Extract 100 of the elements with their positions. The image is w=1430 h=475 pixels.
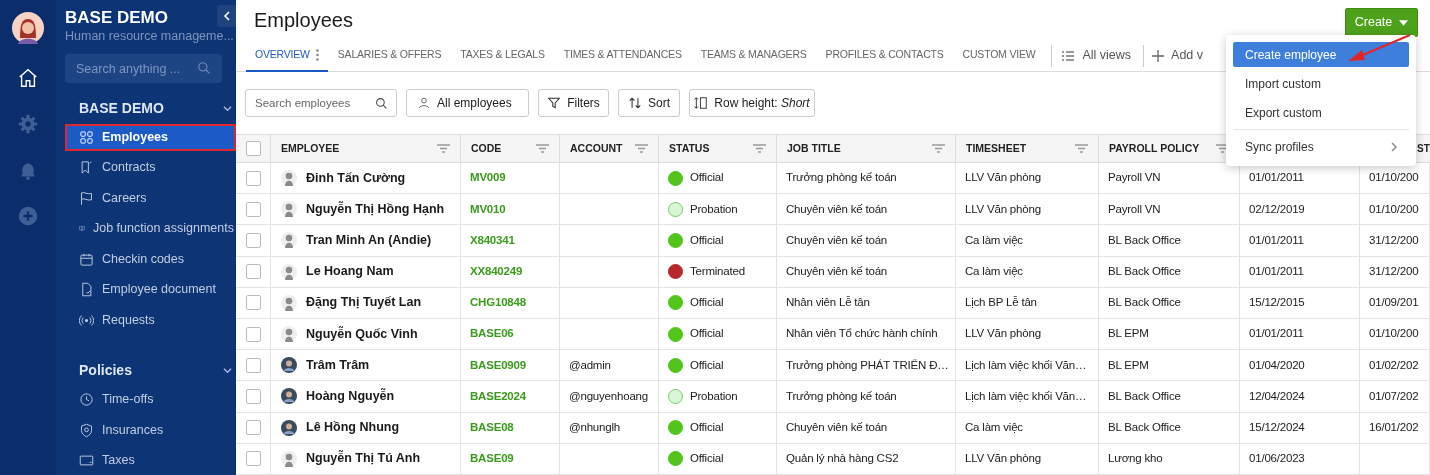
column-header: ST	[1417, 142, 1430, 156]
table-cell-text: 01/07/202	[1369, 388, 1419, 404]
status-text: Official	[690, 295, 724, 311]
status-text: Probation	[690, 388, 738, 404]
employee-code[interactable]: MV010	[470, 200, 506, 218]
settings-icon[interactable]	[17, 113, 39, 135]
search-icon	[375, 97, 388, 110]
avatar	[281, 232, 297, 249]
menu-item[interactable]: Create employee	[1233, 42, 1409, 67]
collapse-button[interactable]	[217, 5, 236, 27]
sidebar-item[interactable]: Careers	[65, 184, 236, 212]
app-subtitle: Human resource manageme...	[65, 28, 235, 44]
employee-code[interactable]: BASE2024	[470, 387, 526, 406]
table-cell-text: Trưởng phòng kế toán	[786, 388, 897, 404]
employee-name[interactable]: Hoàng Nguyễn	[306, 387, 395, 406]
sidebar-item[interactable]: Employees	[65, 123, 236, 151]
sidebar-item[interactable]: Insurances	[65, 416, 236, 444]
employee-code[interactable]: BASE09	[470, 450, 514, 468]
employee-name[interactable]: Trâm Trâm	[306, 355, 370, 375]
employee-name[interactable]: Le Hoang Nam	[306, 262, 394, 282]
checkbox[interactable]	[245, 326, 261, 342]
table-cell-text: 16/01/202	[1369, 419, 1419, 435]
tab[interactable]: TEAMS & MANAGERS	[691, 39, 816, 72]
checkbox[interactable]	[245, 141, 261, 156]
checkbox[interactable]	[245, 451, 261, 467]
table-cell-text: Ca làm việc	[965, 232, 1023, 248]
employee-code[interactable]: MV009	[470, 169, 506, 187]
tab[interactable]: PROFILES & CONTACTS	[816, 39, 953, 72]
checkbox[interactable]	[245, 295, 261, 311]
checkbox[interactable]	[245, 170, 261, 186]
table-cell-text: BL Back Office	[1108, 419, 1181, 435]
employee-code[interactable]: CHG10848	[470, 294, 526, 312]
employee-name[interactable]: Nguyễn Quốc Vinh	[306, 324, 418, 344]
table-cell-text: 01/04/2020	[1249, 357, 1305, 373]
home-icon[interactable]	[17, 67, 39, 89]
column-header: STATUS	[669, 140, 710, 156]
employee-code[interactable]: X840341	[470, 231, 515, 250]
table-cell-text: 15/12/2024	[1249, 419, 1305, 435]
employee-name[interactable]: Nguyễn Thị Tú Anh	[306, 449, 421, 469]
status-text: Official	[690, 170, 724, 186]
table-cell-text: 01/10/200	[1369, 170, 1419, 186]
tab[interactable]: TAXES & LEGALS	[451, 39, 554, 72]
table-cell-text: Trưởng phòng kế toán	[786, 170, 897, 186]
tab[interactable]: CUSTOM VIEW	[953, 39, 1045, 72]
table-cell-text: BL Back Office	[1108, 388, 1181, 404]
employee-code[interactable]: BASE06	[470, 325, 514, 343]
employee-name[interactable]: Đặng Thị Tuyết Lan	[306, 293, 422, 313]
employee-name[interactable]: Tran Minh An (Andie)	[306, 231, 432, 250]
employee-code[interactable]: BASE0909	[470, 356, 526, 374]
all-views-button[interactable]: All views	[1058, 46, 1136, 65]
filters-button[interactable]: Filters	[538, 89, 609, 117]
employee-name[interactable]: Nguyễn Thị Hồng Hạnh	[306, 199, 445, 219]
menu-item[interactable]: Import custom	[1233, 71, 1409, 96]
table-cell-text: Lịch làm việc khối Văn…	[965, 357, 1087, 373]
search-field[interactable]: Search employees	[245, 89, 397, 117]
tab[interactable]: TIMES & ATTENDANCES	[554, 39, 691, 72]
tab[interactable]: OVERVIEW	[246, 39, 328, 72]
menu-item[interactable]: Sync profiles	[1233, 134, 1409, 159]
list-icon	[1062, 50, 1075, 61]
sidebar-item[interactable]: Job function assignments	[65, 215, 236, 242]
add-view-button[interactable]: Add v	[1152, 46, 1203, 65]
employee-code[interactable]: BASE08	[470, 418, 514, 437]
checkbox[interactable]	[245, 264, 261, 280]
row-height-button[interactable]: Row height: Short	[689, 89, 815, 117]
sidebar-item[interactable]: Taxes	[65, 447, 236, 474]
employee-scope-dropdown[interactable]: All employees	[406, 89, 529, 117]
table-cell-text: 12/04/2024	[1249, 388, 1305, 404]
plus-icon	[1152, 49, 1165, 62]
employee-name[interactable]: Lê Hồng Nhung	[306, 418, 400, 437]
sort-button[interactable]: Sort	[618, 89, 680, 117]
filter-icon	[635, 144, 648, 153]
employee-code[interactable]: XX840249	[470, 263, 523, 281]
row-height-icon	[694, 96, 709, 110]
table-cell-text: 01/01/2011	[1249, 170, 1304, 186]
menu-item[interactable]: Export custom	[1233, 100, 1409, 125]
sidebar-item[interactable]: Checkin codes	[65, 245, 236, 273]
checkbox[interactable]	[245, 232, 261, 248]
employee-name[interactable]: Đinh Tấn Cường	[306, 168, 406, 188]
clock-icon	[79, 392, 94, 407]
table-cell-text: 15/12/2015	[1249, 295, 1305, 311]
sidebar-item[interactable]: Contracts	[65, 154, 236, 181]
sidebar-item[interactable]: Employee document	[65, 276, 236, 303]
table-cell-text: Trưởng phòng PHÁT TRIỂN Đ…	[786, 357, 949, 373]
section-heading: BASE DEMO	[79, 98, 164, 118]
table-cell-text: 01/01/2011	[1249, 264, 1304, 280]
checkbox[interactable]	[245, 388, 261, 404]
calendar-icon	[79, 251, 94, 267]
checkbox[interactable]	[245, 357, 261, 373]
search-field[interactable]: Search anything ...	[65, 54, 222, 83]
plus-circle-icon[interactable]	[17, 205, 39, 227]
column-header: PAYROLL POLICY	[1109, 140, 1200, 156]
checkbox[interactable]	[245, 201, 261, 217]
sidebar-item[interactable]: Time-offs	[65, 386, 236, 413]
sidebar-item[interactable]: Requests	[65, 306, 236, 334]
checkbox[interactable]	[245, 420, 261, 436]
person-icon	[417, 96, 431, 110]
table-cell-text: Lương kho	[1108, 451, 1163, 467]
tab[interactable]: SALARIES & OFFERS	[328, 39, 451, 72]
column-header: TIMESHEET	[966, 140, 1027, 156]
table-cell-text: Ca làm việc	[965, 419, 1023, 435]
